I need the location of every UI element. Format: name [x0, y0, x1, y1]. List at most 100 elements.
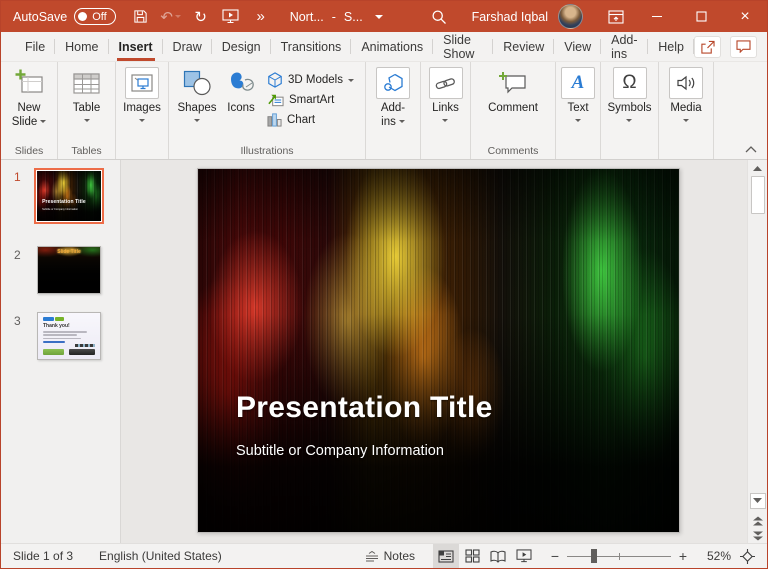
symbols-label: Symbols	[607, 102, 652, 114]
group-label-text	[556, 144, 600, 159]
collapse-ribbon-button[interactable]	[743, 142, 759, 156]
dropdown-caret-icon	[626, 118, 633, 122]
start-slideshow-button[interactable]	[216, 1, 246, 32]
scroll-up-button[interactable]	[748, 160, 768, 176]
images-button[interactable]: Images	[118, 66, 166, 123]
links-label: Links	[432, 102, 459, 114]
ribbon: New Slide Slides Table Tables Images Sha…	[1, 61, 767, 160]
thumb-dark-button	[69, 349, 95, 355]
media-label: Media	[670, 102, 702, 114]
share-button[interactable]	[694, 35, 721, 58]
add-ins-button[interactable]: Add-ins	[374, 66, 412, 131]
ribbon-display-options-button[interactable]	[597, 1, 635, 32]
slide-editor-canvas[interactable]: Presentation Title Subtitle or Company I…	[121, 160, 747, 543]
tab-slide-show[interactable]: Slide Show	[433, 32, 494, 61]
tab-transitions[interactable]: Transitions	[271, 32, 352, 61]
powerpoint-window: AutoSave Off ↶ ↻ » Nort... - S... Farsha…	[0, 0, 768, 569]
maximize-button[interactable]	[679, 1, 723, 32]
tab-home[interactable]: Home	[55, 32, 109, 61]
zoom-slider[interactable]	[567, 549, 671, 563]
slide-sorter-view-button[interactable]	[459, 544, 485, 568]
dropdown-caret-icon	[398, 120, 405, 124]
zoom-out-button[interactable]: −	[547, 548, 563, 564]
document-title[interactable]: Nort... - S...	[290, 10, 383, 24]
next-slide-button[interactable]	[749, 528, 767, 543]
tab-draw[interactable]: Draw	[163, 32, 212, 61]
close-button[interactable]: ×	[723, 1, 767, 32]
slide-show-view-icon	[516, 549, 532, 563]
group-label-symbols	[601, 144, 658, 159]
3d-models-button[interactable]: 3D Models	[267, 72, 354, 88]
quick-access-toolbar: ↶ ↻ »	[126, 1, 276, 32]
new-slide-icon	[14, 67, 44, 99]
autosave-toggle[interactable]: Off	[74, 8, 116, 25]
user-avatar[interactable]	[558, 4, 583, 29]
user-name[interactable]: Farshad Iqbal	[472, 10, 548, 24]
slide-title-placeholder[interactable]: Presentation Title	[236, 391, 493, 425]
previous-slide-button[interactable]	[749, 513, 767, 528]
media-button[interactable]: Media	[663, 66, 709, 123]
shapes-label: Shapes	[177, 102, 217, 114]
chart-button[interactable]: Chart	[267, 112, 354, 127]
notes-button[interactable]: Notes	[365, 549, 415, 563]
group-label-slides: Slides	[14, 145, 44, 157]
tab-add-ins[interactable]: Add-ins	[601, 32, 649, 61]
tab-animations[interactable]: Animations	[351, 32, 434, 61]
shapes-button[interactable]: Shapes	[173, 66, 221, 123]
normal-view-icon	[438, 549, 454, 563]
reading-view-button[interactable]	[485, 544, 511, 568]
scrollbar-thumb[interactable]	[750, 176, 765, 214]
thumbnail-row-3: 3 Thank you!	[1, 312, 120, 360]
slide-thumbnail-2[interactable]: Slide Title	[37, 246, 101, 294]
smartart-button[interactable]: SmartArt	[267, 93, 354, 107]
search-button[interactable]	[422, 1, 456, 32]
chart-icon	[267, 113, 282, 127]
current-slide[interactable]: Presentation Title Subtitle or Company I…	[197, 168, 680, 533]
thumb-title: Slide Title	[57, 249, 81, 256]
more-commands-icon: »	[256, 8, 265, 25]
save-button[interactable]	[126, 1, 156, 32]
zoom-level[interactable]: 52%	[697, 549, 731, 563]
table-button[interactable]: Table	[64, 66, 110, 123]
fit-slide-to-window-button[interactable]	[735, 544, 759, 568]
comment-label: Comment	[488, 102, 538, 114]
redo-button[interactable]: ↻	[186, 1, 216, 32]
new-slide-button[interactable]: New Slide	[6, 66, 52, 131]
slide-show-view-button[interactable]	[511, 544, 537, 568]
thumb-social-bar	[75, 343, 95, 347]
3d-models-label: 3D Models	[288, 74, 343, 86]
slide-thumbnail-3[interactable]: Thank you!	[37, 312, 101, 360]
text-button[interactable]: A Text	[558, 66, 598, 123]
minimize-button[interactable]	[635, 1, 679, 32]
slide-number: 3	[14, 314, 21, 328]
normal-view-button[interactable]	[433, 544, 459, 568]
group-illustrations: Shapes Icons 3D Models SmartArt Chart Il…	[169, 62, 366, 159]
group-symbols: Ω Symbols	[601, 62, 659, 159]
tab-design[interactable]: Design	[212, 32, 271, 61]
tab-file[interactable]: File	[15, 32, 56, 61]
ribbon-display-options-icon	[608, 9, 624, 24]
undo-button[interactable]: ↶	[156, 1, 186, 32]
icons-button[interactable]: Icons	[221, 66, 261, 117]
zoom-slider-thumb[interactable]	[591, 549, 597, 563]
group-label-illustrations: Illustrations	[240, 145, 294, 157]
comment-button[interactable]: Comment	[478, 66, 548, 117]
links-button[interactable]: Links	[424, 66, 468, 123]
zoom-in-button[interactable]: +	[675, 548, 691, 564]
comments-panel-button[interactable]	[730, 35, 757, 58]
slide-thumbnail-1[interactable]: Presentation Title Subtitle or Company I…	[34, 168, 104, 224]
titlebar: AutoSave Off ↶ ↻ » Nort... - S... Farsha…	[1, 1, 767, 32]
language-indicator[interactable]: English (United States)	[99, 549, 222, 563]
tab-insert[interactable]: Insert	[109, 32, 163, 61]
symbols-button[interactable]: Ω Symbols	[604, 66, 656, 123]
share-icon	[701, 40, 715, 54]
dropdown-caret-icon	[139, 118, 145, 122]
scroll-down-button[interactable]	[749, 493, 766, 509]
more-commands-button[interactable]: »	[246, 1, 276, 32]
tab-help[interactable]: Help	[648, 32, 694, 61]
new-slide-label: New Slide	[11, 102, 41, 128]
tab-review[interactable]: Review	[493, 32, 555, 61]
group-label-images	[116, 144, 168, 159]
slide-subtitle-placeholder[interactable]: Subtitle or Company Information	[236, 443, 444, 459]
tab-view[interactable]: View	[554, 32, 601, 61]
